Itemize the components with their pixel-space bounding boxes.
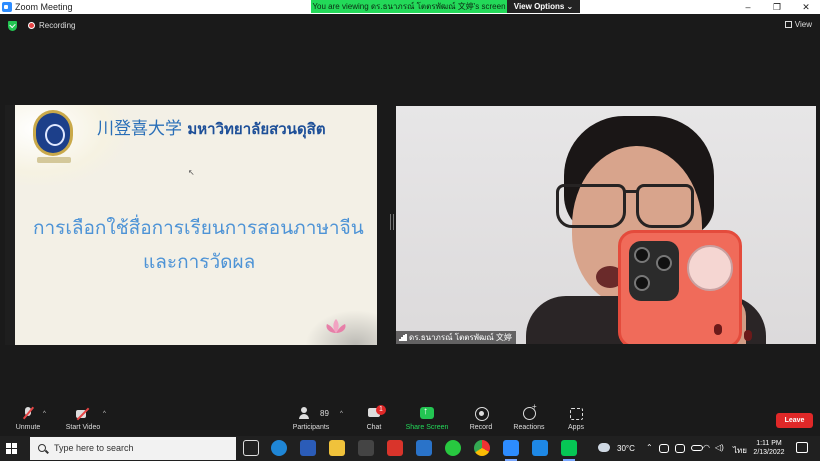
file-explorer-icon[interactable] [329, 440, 345, 456]
apps-icon [569, 407, 583, 420]
fingernail [744, 330, 752, 341]
reactions-icon [522, 402, 537, 420]
mouse-cursor-icon: ↖ [188, 168, 195, 177]
panel-resize-handle[interactable] [390, 214, 394, 230]
participant-name-tag: ดร.ธนาภรณ์ โตตรพัฒณ์ 文婷 [396, 331, 516, 344]
video-off-icon [76, 407, 90, 420]
windows-start-icon[interactable] [6, 443, 17, 454]
meeting-area: Recording View 川登喜大学 มหาวิทยาลัยสวนดุสิต… [0, 14, 820, 407]
task-view-icon[interactable] [243, 440, 259, 456]
video-options-chevron-icon[interactable]: ^ [103, 411, 106, 417]
smartphone-in-hand [618, 230, 742, 344]
participant-count: 89 [320, 409, 329, 418]
tray-app-icon[interactable] [675, 444, 685, 453]
participants-icon [299, 407, 313, 420]
clock-date: 2/13/2022 [753, 449, 785, 456]
phone-lens-1 [634, 247, 650, 263]
search-placeholder: Type here to search [54, 443, 134, 453]
meeting-control-bar: Unmute ^ Start Video ^ Participants 89 ^… [0, 402, 820, 436]
chrome-icon[interactable] [474, 440, 490, 456]
apps-button[interactable]: Apps [564, 407, 588, 431]
telegram-icon[interactable] [532, 440, 548, 456]
restore-button[interactable]: ❐ [765, 0, 789, 14]
lotus-flower-icon [326, 319, 346, 333]
shared-screen-slide: 川登喜大学 มหาวิทยาลัยสวนดุสิต ↖ การเลือกใช้ส… [5, 105, 377, 345]
window-title: Zoom Meeting [15, 2, 73, 12]
phone-lens-3 [634, 275, 650, 291]
taskbar-clock[interactable]: 1:11 PM 2/13/2022 [742, 439, 796, 457]
close-button[interactable]: ✕ [794, 0, 818, 14]
university-seal-logo [33, 110, 73, 156]
reactions-button[interactable]: Reactions [510, 402, 548, 431]
unmute-label: Unmute [15, 424, 41, 431]
phone-lens-2 [656, 255, 672, 271]
view-button[interactable]: View [784, 20, 812, 29]
phone-camera-module [629, 241, 679, 301]
glasses-bridge [624, 190, 638, 193]
slide-title-line2: และการวัดผล [143, 252, 256, 273]
participants-label: Participants [292, 424, 330, 431]
unmute-button[interactable]: Unmute [12, 407, 44, 431]
apps-label: Apps [568, 424, 584, 431]
chat-unread-badge: 1 [376, 405, 386, 415]
audio-options-chevron-icon[interactable]: ^ [43, 411, 46, 417]
view-label: View [794, 20, 812, 29]
slide-header-chinese: 川登喜大学 [97, 119, 182, 139]
security-shield-icon[interactable] [8, 21, 17, 31]
recording-icon [28, 22, 35, 29]
share-screen-button[interactable]: Share Screen [404, 406, 450, 431]
zoom-taskbar-icon[interactable] [503, 440, 519, 461]
muted-microphone-icon [21, 407, 35, 420]
temperature-label[interactable]: 30°C [617, 444, 635, 453]
chat-label: Chat [366, 424, 382, 431]
record-button[interactable]: Record [466, 407, 496, 431]
reactions-label: Reactions [513, 424, 545, 431]
slide-title-line1: การเลือกใช้สื่อการเรียนการสอนภาษาจีน [33, 218, 364, 239]
volume-icon[interactable]: ◁) [715, 443, 724, 452]
glasses-right-lens [636, 184, 694, 228]
mail-icon[interactable] [416, 440, 432, 456]
slide-header-thai: มหาวิทยาลัยสวนดุสิต [187, 120, 326, 138]
record-icon [474, 407, 489, 421]
participant-name: ดร.ธนาภรณ์ โตตรพัฒณ์ 文婷 [409, 333, 512, 342]
recording-label: Recording [39, 21, 76, 30]
seal-ribbon [37, 157, 71, 163]
minimize-button[interactable]: – [736, 0, 760, 14]
leave-button[interactable]: Leave [776, 413, 813, 428]
windows-taskbar: Type here to search 30°C ⌃ ◠ ◁) ไทย 1:11… [0, 436, 820, 461]
weather-cloud-icon[interactable] [598, 443, 610, 452]
start-video-label: Start Video [65, 424, 101, 431]
record-label: Record [469, 424, 493, 431]
search-icon [38, 444, 46, 452]
word-icon[interactable] [300, 440, 316, 456]
notification-icon[interactable] [796, 442, 808, 453]
tray-app-icon[interactable] [659, 444, 669, 453]
start-video-button[interactable]: Start Video [62, 407, 104, 431]
zoom-app-icon [2, 2, 12, 12]
share-screen-icon [420, 406, 434, 420]
slide-header: 川登喜大学 มหาวิทยาลัยสวนดุสิต [97, 114, 326, 141]
participants-options-chevron-icon[interactable]: ^ [340, 411, 343, 417]
battery-icon[interactable] [691, 445, 703, 451]
phone-case-logo [687, 245, 733, 291]
grid-view-icon [784, 21, 792, 28]
slide-left-border [5, 105, 15, 345]
edge-browser-icon[interactable] [271, 440, 287, 456]
share-screen-label: Share Screen [405, 424, 449, 431]
clock-time: 1:11 PM [756, 440, 782, 447]
taskbar-search-box[interactable]: Type here to search [30, 437, 236, 460]
acrobat-icon[interactable] [387, 440, 403, 456]
signal-bars-icon [399, 334, 407, 341]
tray-chevron-up-icon[interactable]: ⌃ [646, 443, 653, 452]
fingernail [714, 324, 722, 335]
line-app-icon[interactable] [561, 440, 577, 461]
wifi-icon[interactable]: ◠ [703, 443, 710, 452]
store-icon[interactable] [358, 440, 374, 456]
participant-video-tile [396, 106, 816, 344]
viewing-screen-banner: You are viewing ดร.ธนาภรณ์ โตตรพัฒณ์ 文婷'… [311, 0, 507, 13]
window-title-bar: Zoom Meeting You are viewing ดร.ธนาภรณ์ … [0, 0, 820, 14]
view-options-button[interactable]: View Options ⌄ [507, 0, 580, 13]
glasses-left-lens [556, 184, 626, 228]
wechat-icon[interactable] [445, 440, 461, 456]
